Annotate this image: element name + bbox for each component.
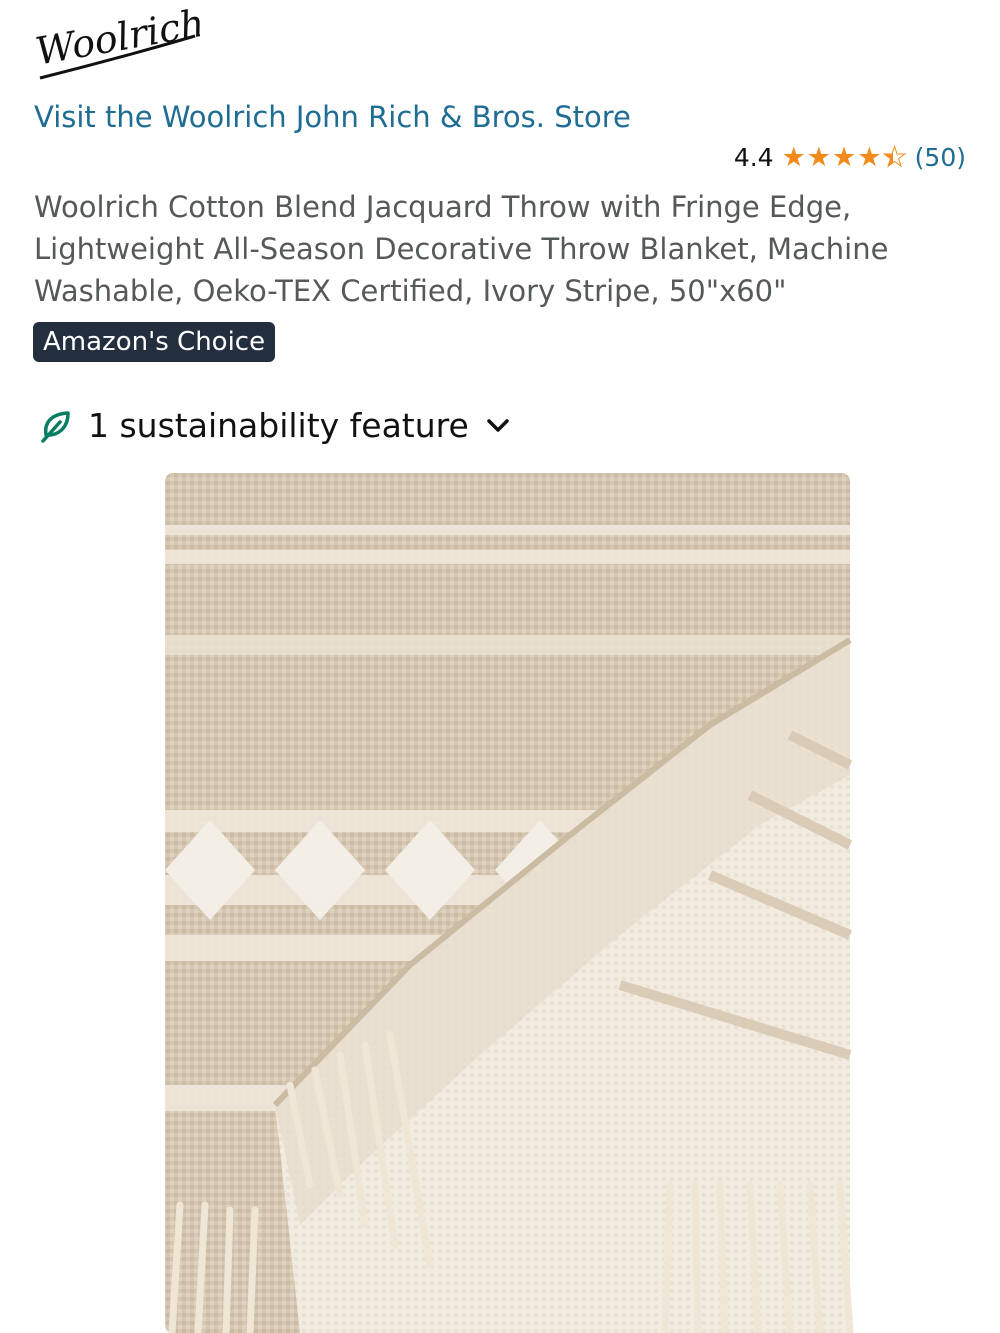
brand-logo-text: Woolrich bbox=[32, 1, 200, 74]
chevron-down-icon bbox=[487, 418, 509, 432]
star-half-icon: ★ bbox=[882, 142, 907, 173]
brand-logo[interactable]: Woolrich bbox=[30, 0, 200, 85]
sustainability-feature-toggle[interactable]: 1 sustainability feature bbox=[38, 406, 511, 445]
visit-store-link[interactable]: Visit the Woolrich John Rich & Bros. Sto… bbox=[34, 96, 634, 138]
star-full-icon: ★ bbox=[806, 142, 832, 173]
rating-count-link[interactable]: (50) bbox=[915, 140, 966, 176]
star-full-icon: ★ bbox=[857, 142, 882, 173]
star-full-icon: ★ bbox=[781, 142, 806, 173]
rating-value: 4.4 bbox=[733, 143, 774, 172]
star-rating: ★ ★ ★ ★ ★ bbox=[781, 142, 908, 173]
sustainability-label: 1 sustainability feature bbox=[88, 406, 469, 445]
leaf-icon bbox=[41, 410, 70, 443]
amazons-choice-badge[interactable]: Amazon's Choice bbox=[33, 322, 276, 362]
star-full-icon: ★ bbox=[832, 142, 857, 173]
product-title: Woolrich Cotton Blend Jacquard Throw wit… bbox=[34, 190, 889, 308]
product-image[interactable] bbox=[150, 465, 880, 1333]
rating[interactable]: 4.4 ★ ★ ★ ★ ★ (50) bbox=[734, 140, 966, 176]
